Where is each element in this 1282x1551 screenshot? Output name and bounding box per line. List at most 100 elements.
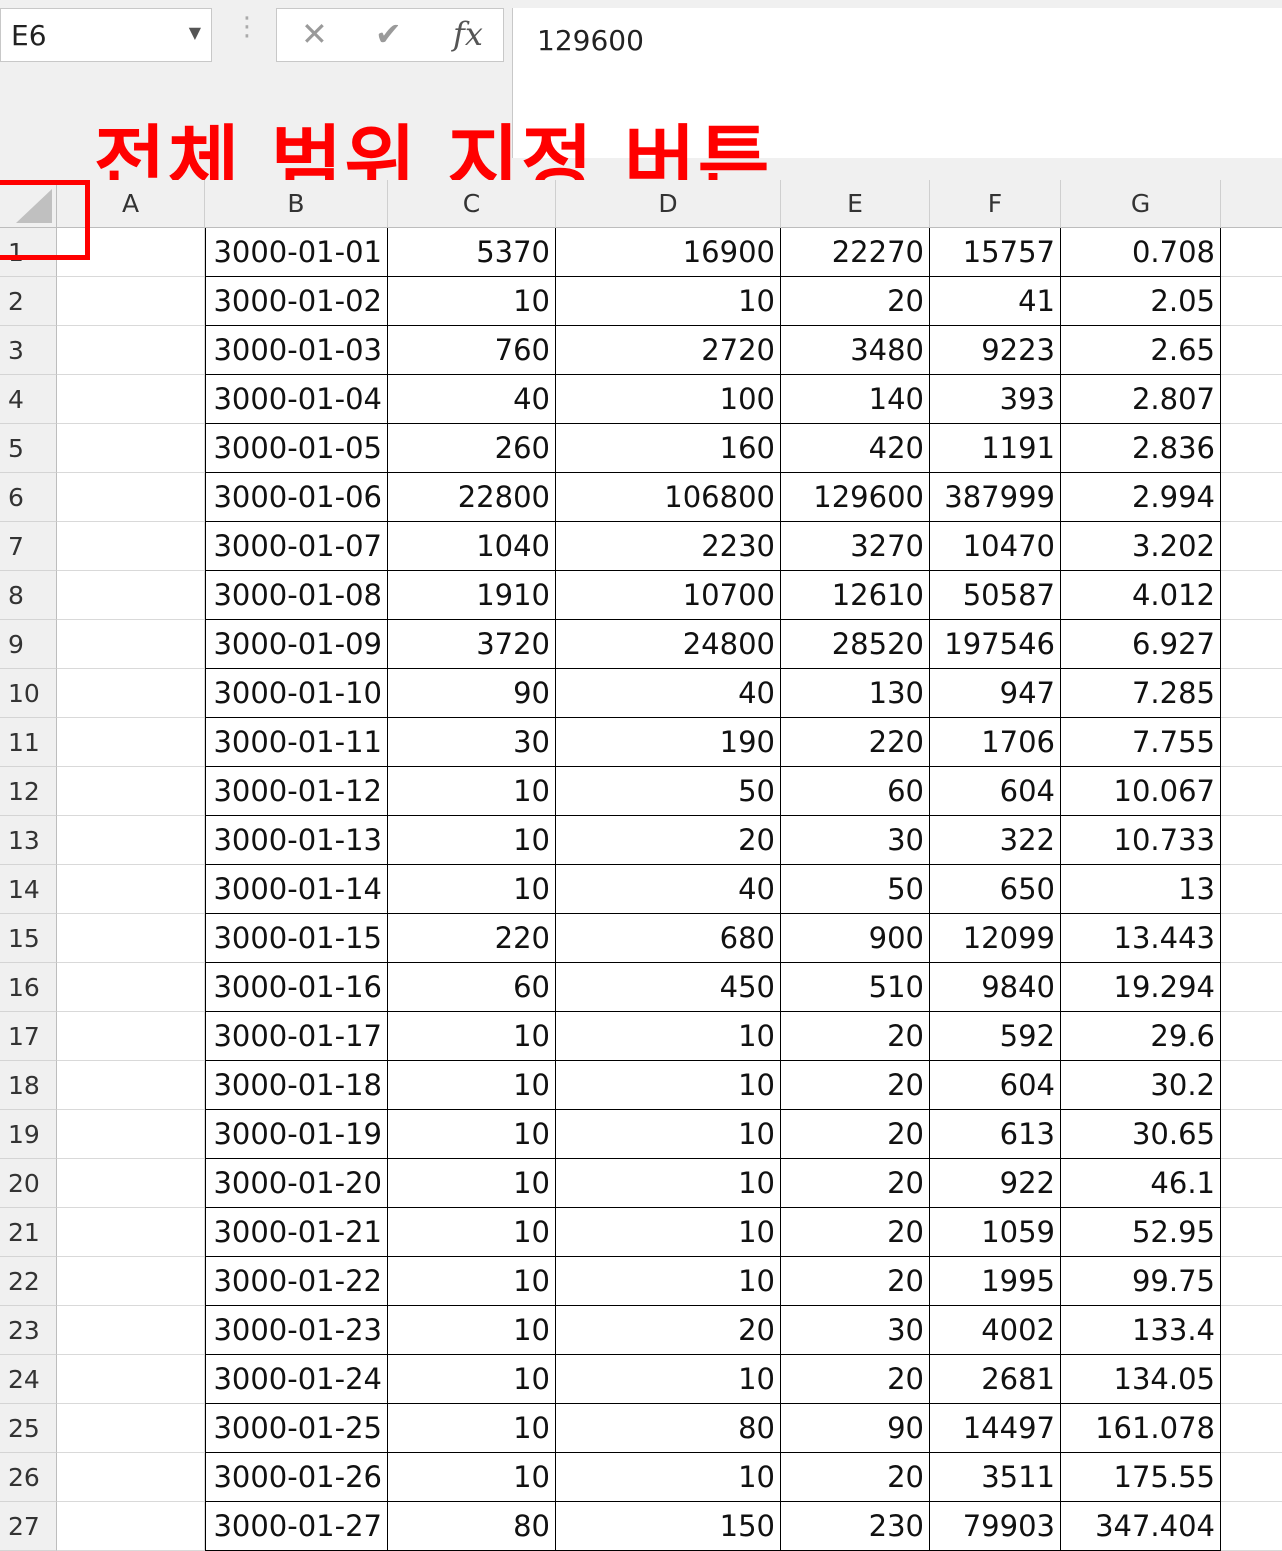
cell-h[interactable] — [1221, 1306, 1282, 1355]
cell-d[interactable]: 100 — [556, 375, 781, 424]
cell-b[interactable]: 3000-01-07 — [205, 522, 388, 571]
cell-g[interactable]: 46.1 — [1061, 1159, 1221, 1208]
cell-a[interactable] — [57, 1159, 205, 1208]
cell-f[interactable]: 387999 — [930, 473, 1061, 522]
column-header-g[interactable]: G — [1061, 180, 1221, 228]
cell-g[interactable]: 52.95 — [1061, 1208, 1221, 1257]
select-all-button[interactable] — [0, 180, 57, 228]
cell-e[interactable]: 20 — [781, 1453, 930, 1502]
cell-b[interactable]: 3000-01-18 — [205, 1061, 388, 1110]
cell-e[interactable]: 3270 — [781, 522, 930, 571]
cell-c[interactable]: 10 — [388, 1453, 556, 1502]
cell-e[interactable]: 50 — [781, 865, 930, 914]
cell-g[interactable]: 13 — [1061, 865, 1221, 914]
cell-g[interactable]: 0.708 — [1061, 228, 1221, 277]
cell-g[interactable]: 161.078 — [1061, 1404, 1221, 1453]
cell-b[interactable]: 3000-01-03 — [205, 326, 388, 375]
cell-g[interactable]: 30.2 — [1061, 1061, 1221, 1110]
cell-e[interactable]: 20 — [781, 1110, 930, 1159]
cell-c[interactable]: 60 — [388, 963, 556, 1012]
cell-g[interactable]: 175.55 — [1061, 1453, 1221, 1502]
cell-f[interactable]: 613 — [930, 1110, 1061, 1159]
cell-h[interactable] — [1221, 473, 1282, 522]
cell-h[interactable] — [1221, 1159, 1282, 1208]
cell-h[interactable] — [1221, 816, 1282, 865]
cell-e[interactable]: 20 — [781, 277, 930, 326]
cell-c[interactable]: 30 — [388, 718, 556, 767]
row-header[interactable]: 25 — [0, 1404, 57, 1453]
cell-h[interactable] — [1221, 1012, 1282, 1061]
cell-c[interactable]: 90 — [388, 669, 556, 718]
cell-a[interactable] — [57, 865, 205, 914]
more-options-icon[interactable]: ⋮ — [234, 14, 260, 40]
cell-b[interactable]: 3000-01-12 — [205, 767, 388, 816]
cell-c[interactable]: 10 — [388, 865, 556, 914]
row-header[interactable]: 1 — [0, 228, 57, 277]
cell-b[interactable]: 3000-01-09 — [205, 620, 388, 669]
cell-h[interactable] — [1221, 228, 1282, 277]
cell-d[interactable]: 150 — [556, 1502, 781, 1551]
cell-h[interactable] — [1221, 1404, 1282, 1453]
row-header[interactable]: 17 — [0, 1012, 57, 1061]
row-header[interactable]: 16 — [0, 963, 57, 1012]
cell-g[interactable]: 10.067 — [1061, 767, 1221, 816]
column-header-d[interactable]: D — [556, 180, 781, 228]
cell-d[interactable]: 40 — [556, 669, 781, 718]
cell-g[interactable]: 2.05 — [1061, 277, 1221, 326]
cell-e[interactable]: 22270 — [781, 228, 930, 277]
cell-a[interactable] — [57, 228, 205, 277]
cell-c[interactable]: 760 — [388, 326, 556, 375]
cell-f[interactable]: 947 — [930, 669, 1061, 718]
row-header[interactable]: 2 — [0, 277, 57, 326]
cell-b[interactable]: 3000-01-23 — [205, 1306, 388, 1355]
cell-d[interactable]: 10 — [556, 277, 781, 326]
cell-a[interactable] — [57, 1404, 205, 1453]
row-header[interactable]: 7 — [0, 522, 57, 571]
cell-f[interactable]: 50587 — [930, 571, 1061, 620]
cell-d[interactable]: 160 — [556, 424, 781, 473]
cell-h[interactable] — [1221, 865, 1282, 914]
cell-a[interactable] — [57, 1355, 205, 1404]
cell-h[interactable] — [1221, 1110, 1282, 1159]
row-header[interactable]: 9 — [0, 620, 57, 669]
cell-c[interactable]: 10 — [388, 1306, 556, 1355]
cell-h[interactable] — [1221, 767, 1282, 816]
insert-function-button[interactable]: fx — [453, 15, 483, 53]
cell-c[interactable]: 10 — [388, 1355, 556, 1404]
cell-c[interactable]: 10 — [388, 1061, 556, 1110]
cell-f[interactable]: 604 — [930, 1061, 1061, 1110]
cell-a[interactable] — [57, 718, 205, 767]
row-header[interactable]: 14 — [0, 865, 57, 914]
cell-b[interactable]: 3000-01-20 — [205, 1159, 388, 1208]
cell-a[interactable] — [57, 326, 205, 375]
cell-f[interactable]: 79903 — [930, 1502, 1061, 1551]
cell-c[interactable]: 220 — [388, 914, 556, 963]
cell-c[interactable]: 260 — [388, 424, 556, 473]
cell-g[interactable]: 10.733 — [1061, 816, 1221, 865]
cell-d[interactable]: 10 — [556, 1257, 781, 1306]
cell-f[interactable]: 4002 — [930, 1306, 1061, 1355]
cell-e[interactable]: 20 — [781, 1257, 930, 1306]
cell-a[interactable] — [57, 620, 205, 669]
cell-d[interactable]: 50 — [556, 767, 781, 816]
cell-b[interactable]: 3000-01-19 — [205, 1110, 388, 1159]
cell-f[interactable]: 922 — [930, 1159, 1061, 1208]
cell-d[interactable]: 10 — [556, 1012, 781, 1061]
cell-c[interactable]: 80 — [388, 1502, 556, 1551]
cell-a[interactable] — [57, 963, 205, 1012]
cell-b[interactable]: 3000-01-06 — [205, 473, 388, 522]
cell-g[interactable]: 7.755 — [1061, 718, 1221, 767]
cell-a[interactable] — [57, 1306, 205, 1355]
cell-b[interactable]: 3000-01-01 — [205, 228, 388, 277]
cell-a[interactable] — [57, 522, 205, 571]
row-header[interactable]: 19 — [0, 1110, 57, 1159]
cell-d[interactable]: 20 — [556, 816, 781, 865]
cell-b[interactable]: 3000-01-22 — [205, 1257, 388, 1306]
cell-e[interactable]: 230 — [781, 1502, 930, 1551]
cell-f[interactable]: 2681 — [930, 1355, 1061, 1404]
cell-b[interactable]: 3000-01-05 — [205, 424, 388, 473]
row-header[interactable]: 27 — [0, 1502, 57, 1551]
cell-e[interactable]: 12610 — [781, 571, 930, 620]
cell-a[interactable] — [57, 277, 205, 326]
cell-c[interactable]: 22800 — [388, 473, 556, 522]
